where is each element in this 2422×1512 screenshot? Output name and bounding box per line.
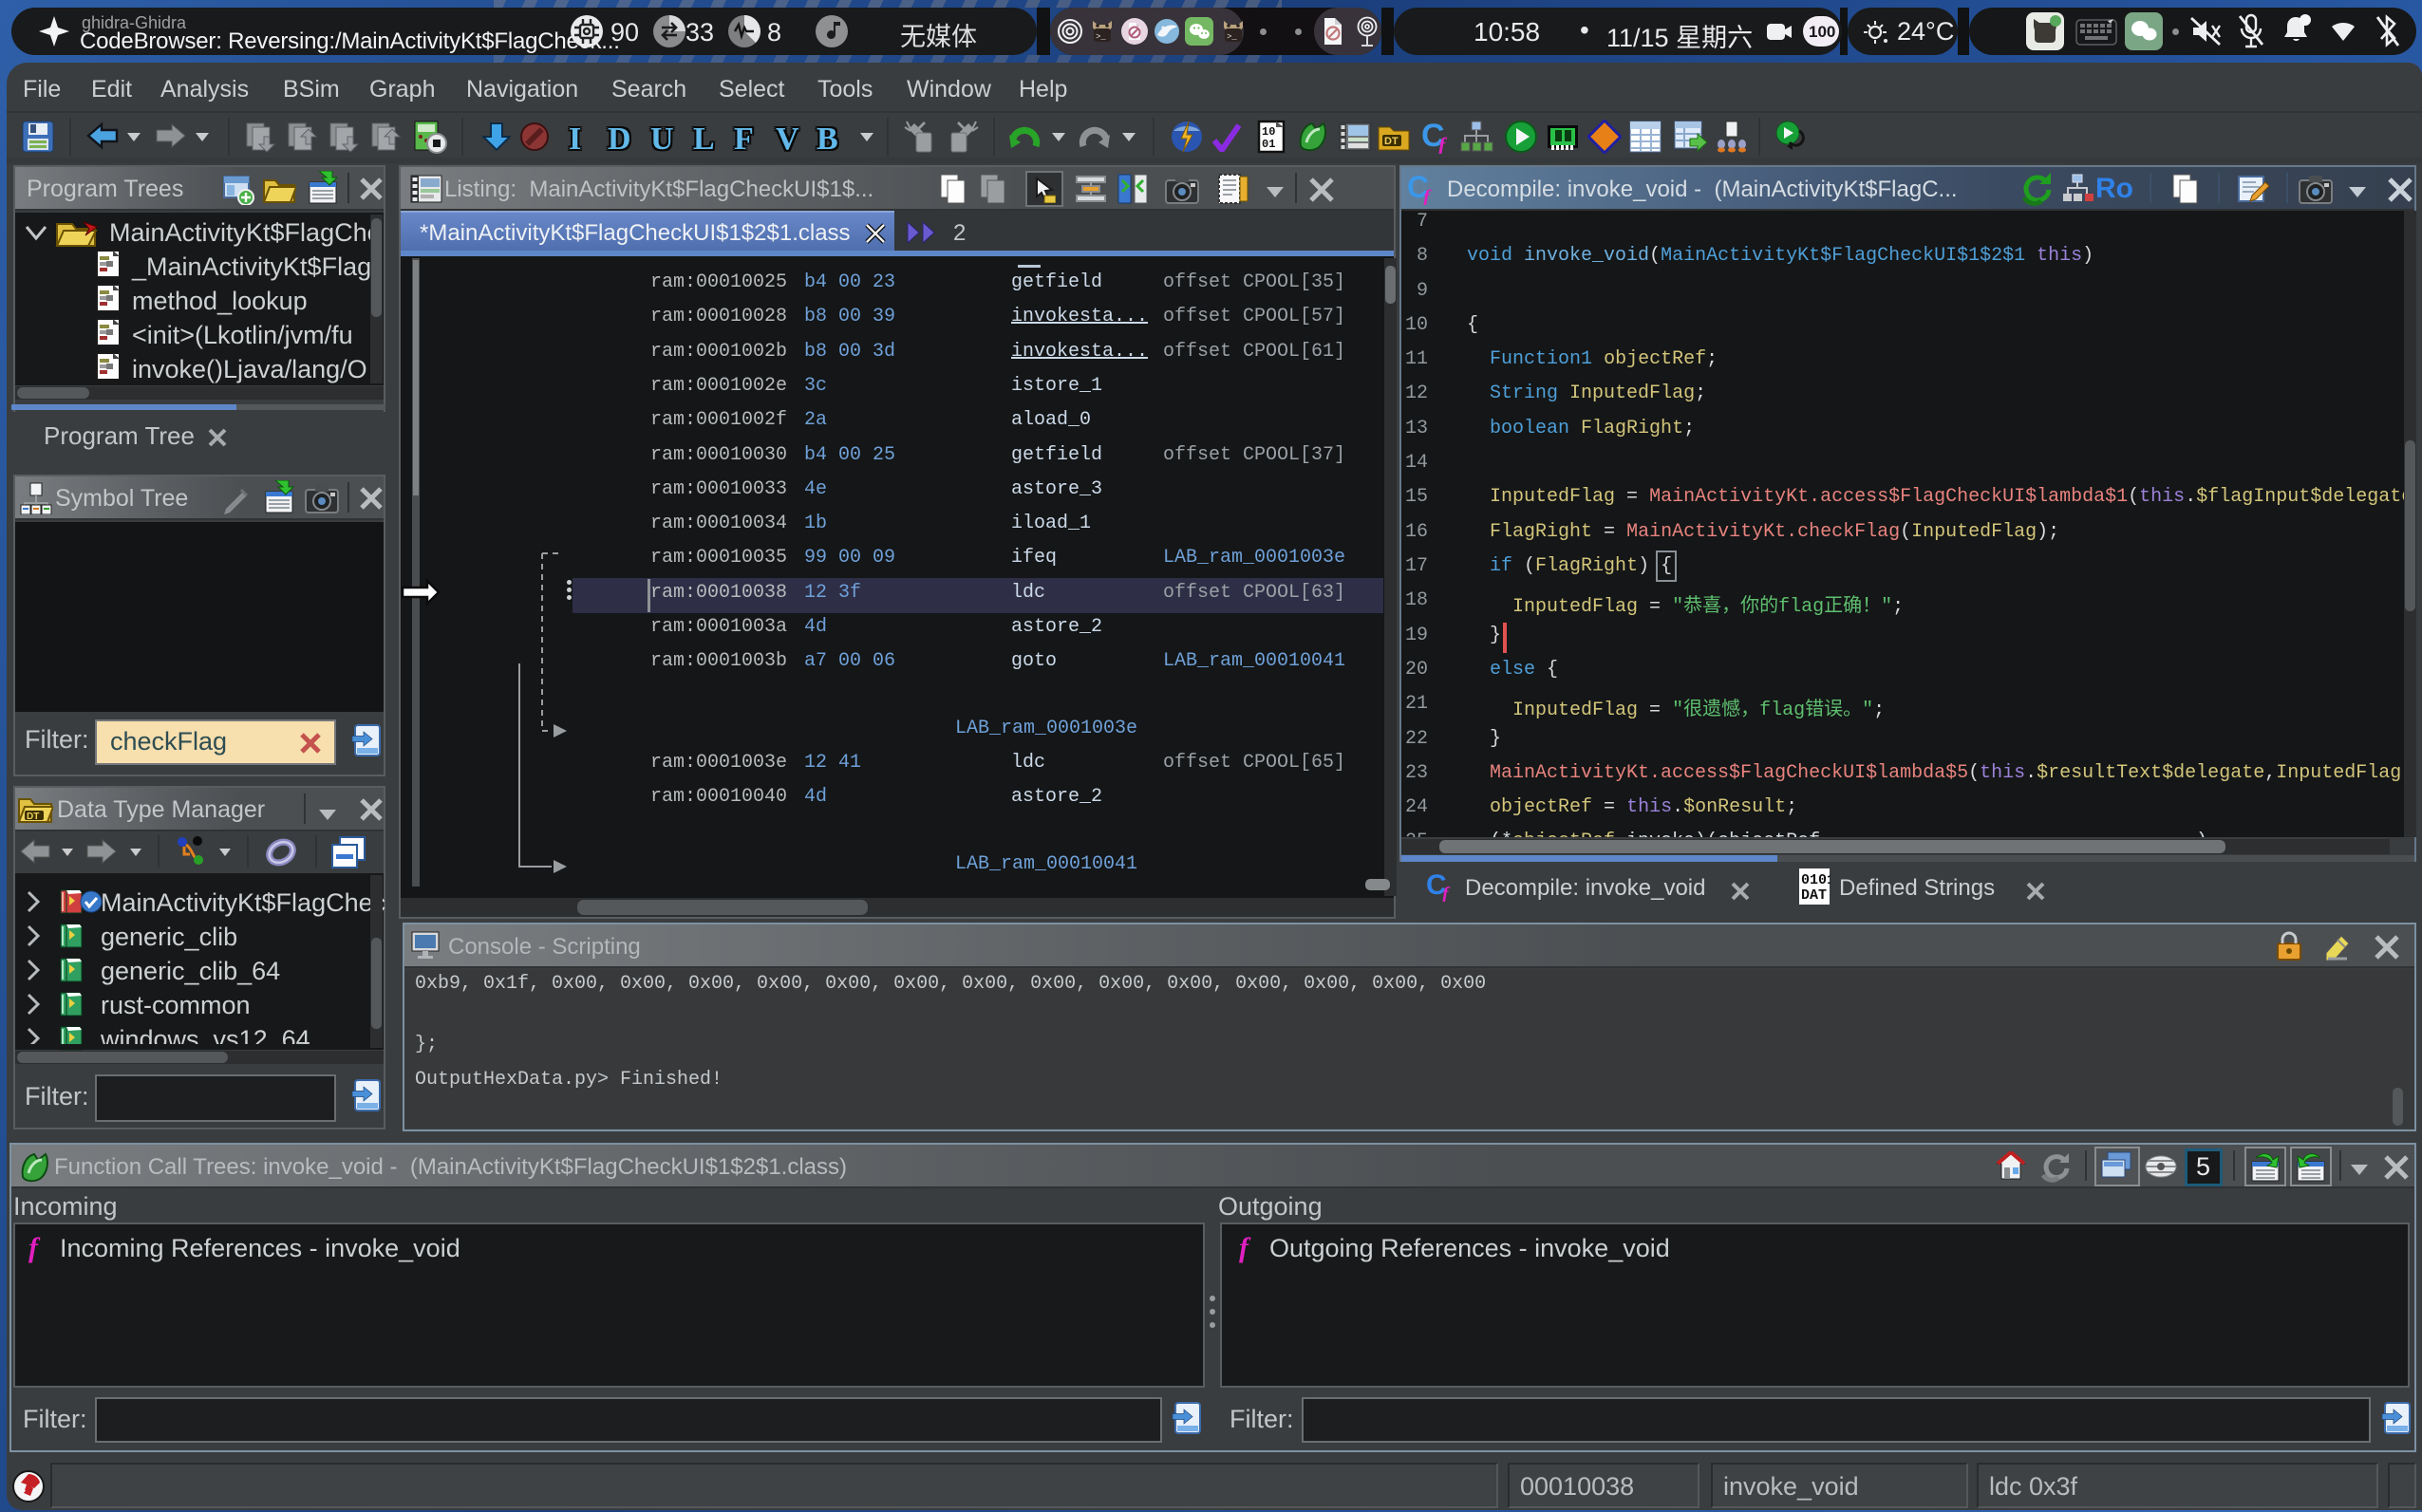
svg-text:f: f bbox=[1438, 133, 1448, 154]
svg-text:>_: >_ bbox=[1096, 32, 1106, 42]
svg-text:DT: DT bbox=[27, 812, 39, 822]
svg-text:f: f bbox=[1423, 185, 1432, 205]
svg-text:>_: >_ bbox=[1227, 32, 1237, 42]
svg-text:100: 100 bbox=[1809, 23, 1835, 41]
svg-text:01: 01 bbox=[1262, 138, 1275, 151]
svg-text:0101: 0101 bbox=[1801, 872, 1831, 888]
svg-text:10: 10 bbox=[1262, 125, 1275, 139]
svg-text:DT: DT bbox=[1384, 136, 1399, 147]
svg-text:DAT: DAT bbox=[1801, 887, 1827, 904]
svg-text:f: f bbox=[1442, 884, 1451, 902]
